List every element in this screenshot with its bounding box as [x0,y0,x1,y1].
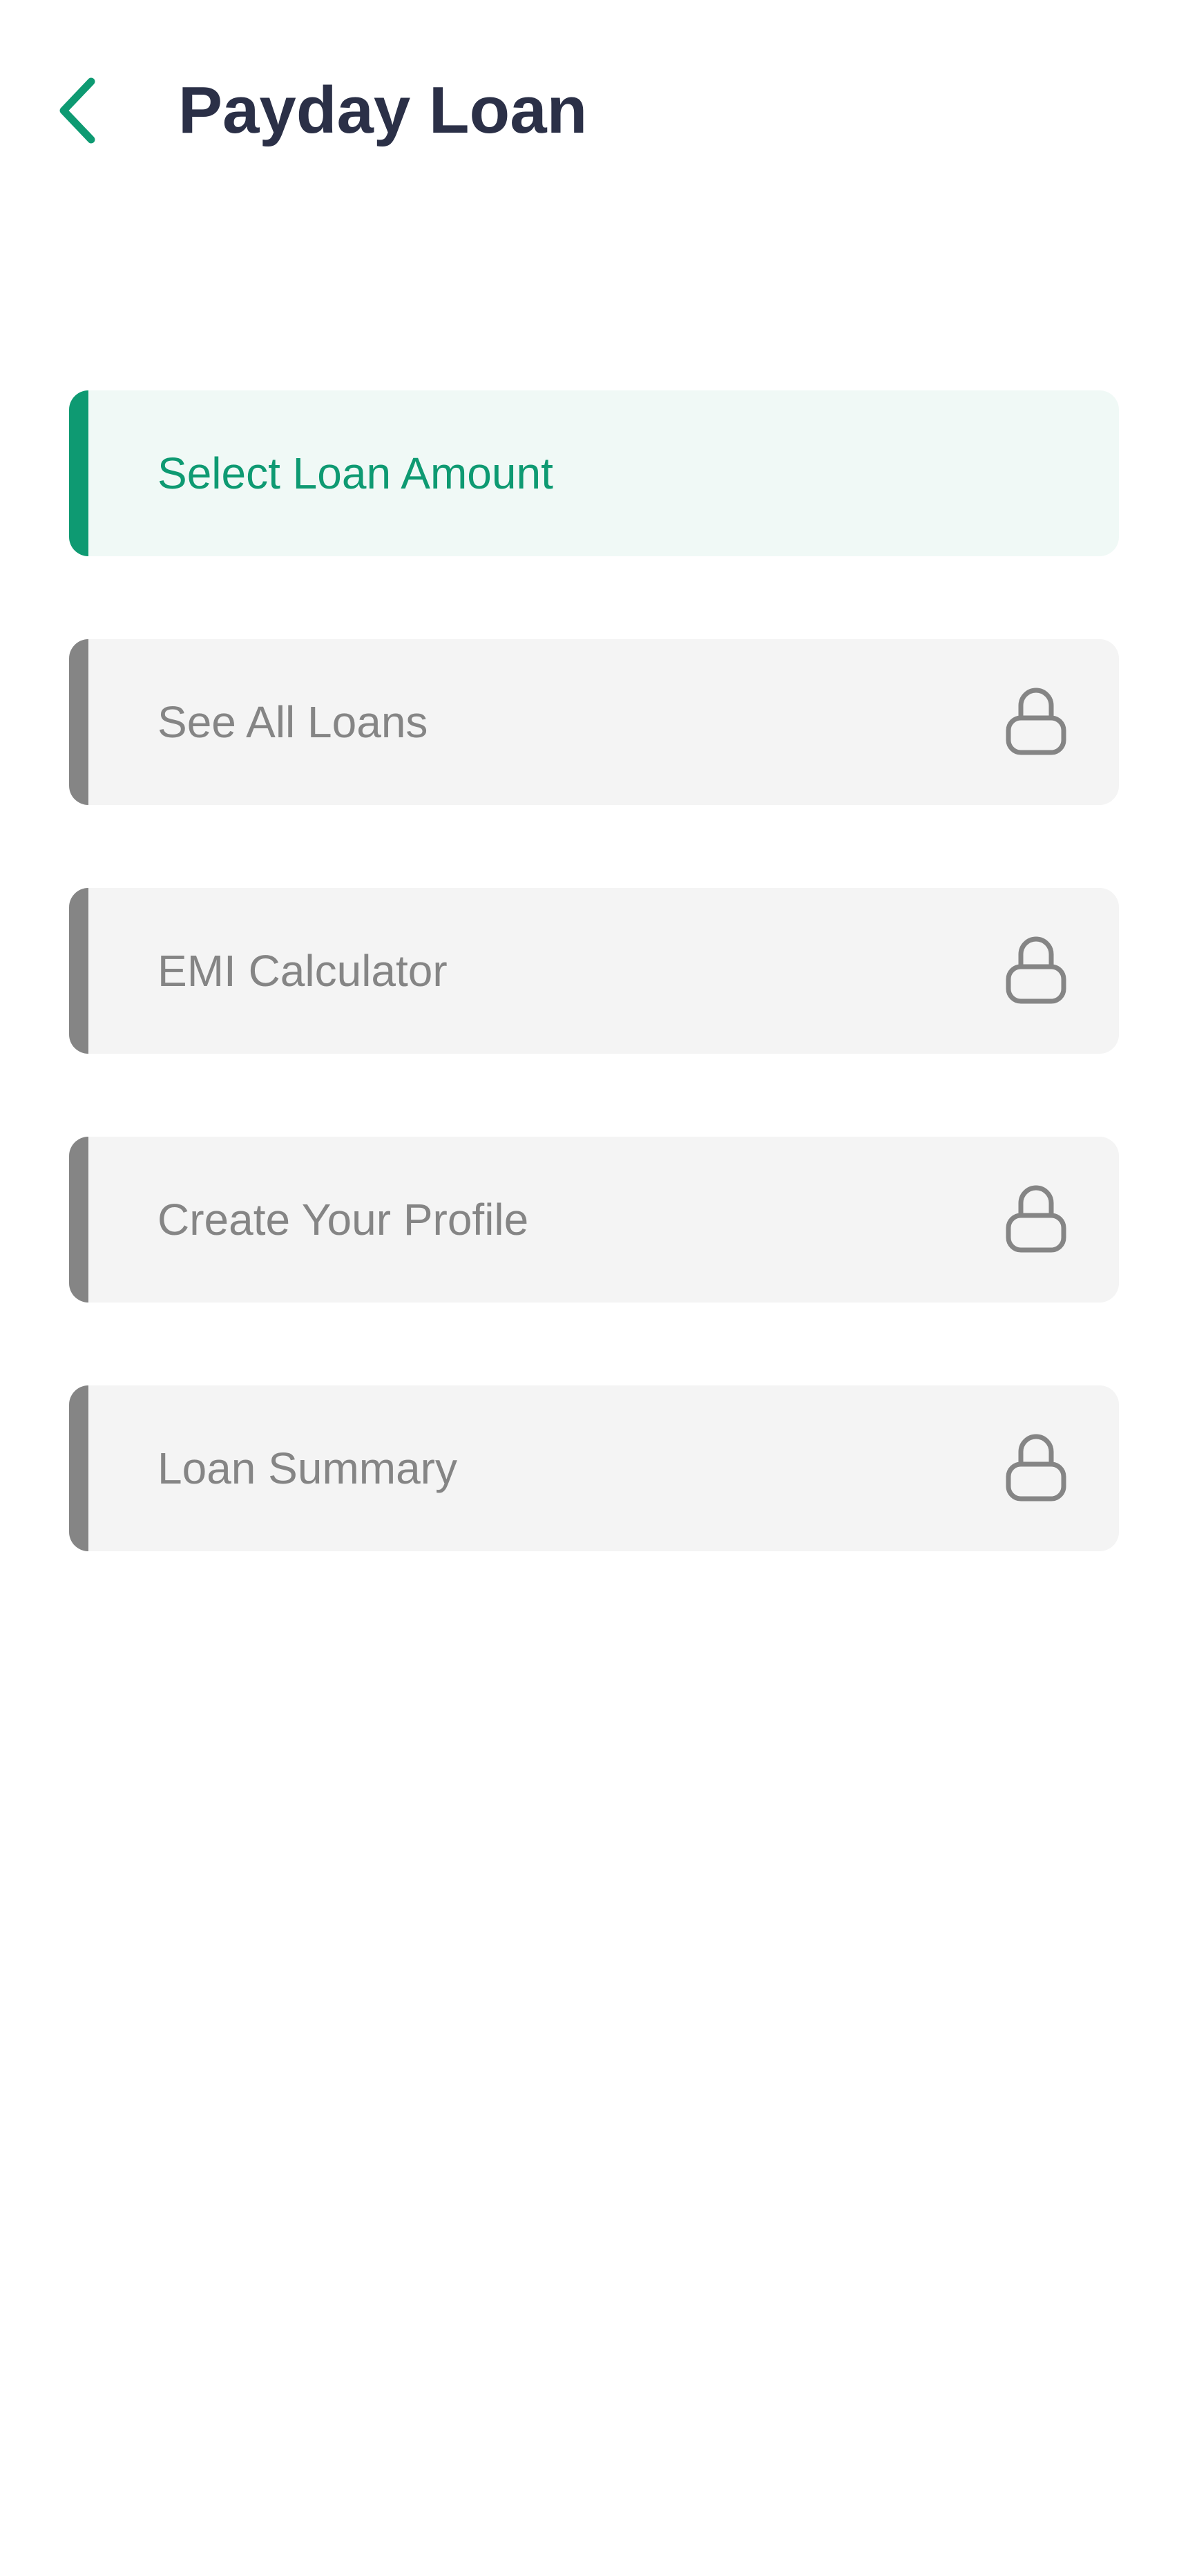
step-label: Loan Summary [157,1443,457,1493]
lock-icon [1002,1178,1071,1261]
step-select-loan-amount[interactable]: Select Loan Amount [69,390,1119,556]
step-emi-calculator[interactable]: EMI Calculator [69,888,1119,1054]
back-button[interactable] [48,69,117,152]
step-indicator-bar [69,390,88,556]
lock-icon [1002,1427,1071,1510]
loan-steps-list: Select Loan Amount See All Loans EMI Cal… [69,390,1119,1634]
step-loan-summary[interactable]: Loan Summary [69,1385,1119,1551]
page-title: Payday Loan [178,73,588,147]
step-see-all-loans[interactable]: See All Loans [69,639,1119,805]
app-header: Payday Loan [0,0,1188,221]
step-label: EMI Calculator [157,946,448,996]
step-label: Create Your Profile [157,1195,529,1244]
step-label: See All Loans [157,697,428,747]
step-indicator-bar [69,888,88,1054]
step-indicator-bar [69,1385,88,1551]
lock-icon [1002,929,1071,1012]
lock-icon [1002,681,1071,764]
step-label: Select Loan Amount [157,448,553,498]
chevron-left-icon [59,77,95,144]
step-indicator-bar [69,1137,88,1303]
step-create-your-profile[interactable]: Create Your Profile [69,1137,1119,1303]
step-indicator-bar [69,639,88,805]
